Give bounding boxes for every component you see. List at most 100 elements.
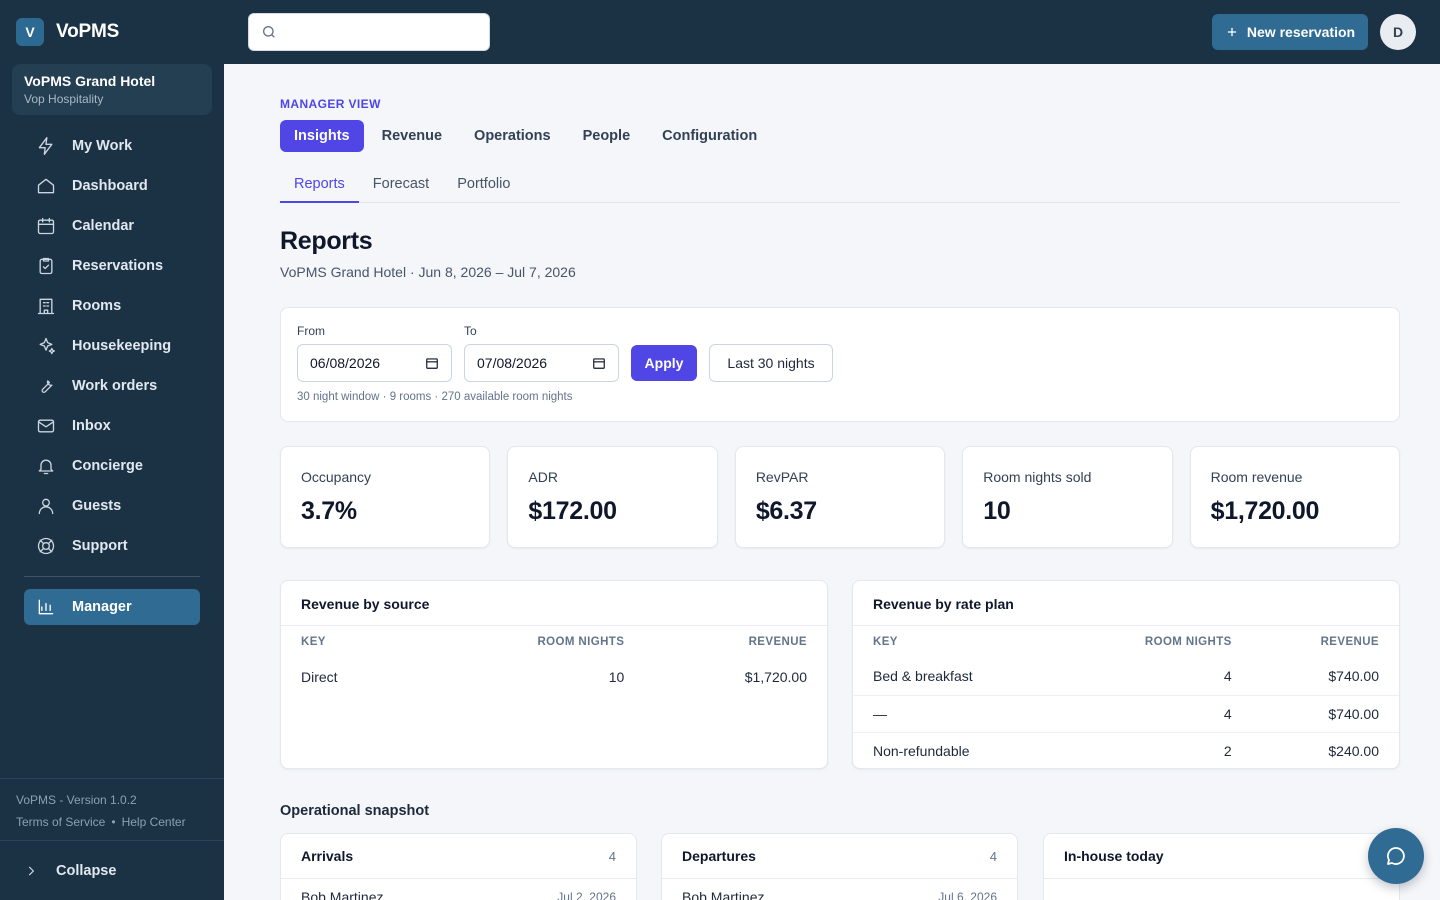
user-icon <box>38 498 54 515</box>
kpi-adr: ADR $172.00 <box>507 446 718 548</box>
subtab-reports[interactable]: Reports <box>280 166 359 203</box>
list-item[interactable]: Bob Martinez Jul 6, 2026 <box>662 879 1017 900</box>
tab-operations[interactable]: Operations <box>460 120 565 152</box>
panel-title: Revenue by source <box>281 581 827 626</box>
card-header: Departures 4 <box>662 834 1017 879</box>
sidebar-item-label: Concierge <box>72 458 143 474</box>
departures-card: Departures 4 Bob Martinez Jul 6, 2026 <box>661 833 1018 900</box>
property-switcher[interactable]: VoPMS Grand Hotel Vop Hospitality <box>12 64 212 115</box>
subtab-forecast[interactable]: Forecast <box>359 166 443 202</box>
sidebar-item-dashboard[interactable]: Dashboard <box>24 166 200 206</box>
sidebar-item-guests[interactable]: Guests <box>24 486 200 526</box>
cell-room-nights: 4 <box>1061 658 1252 696</box>
filter-hint: 30 night window · 9 rooms · 270 availabl… <box>297 391 573 403</box>
list-item[interactable]: Bob Martinez Jul 2, 2026 <box>281 879 636 900</box>
sidebar-footer: VoPMS - Version 1.0.2 Terms of Service •… <box>0 778 224 843</box>
insights-subtabs: Reports Forecast Portfolio <box>280 166 1400 203</box>
date-filter-card: From 06/08/2026 To 07/08/2026 Apply Last… <box>280 307 1400 422</box>
sidebar-item-label: Housekeeping <box>72 338 172 354</box>
kpi-value: 10 <box>983 497 1011 525</box>
footer-links: Terms of Service • Help Center <box>16 815 208 829</box>
avatar[interactable]: D <box>1380 14 1416 50</box>
manager-tabs: Insights Revenue Operations People Confi… <box>280 120 771 152</box>
kpi-occupancy: Occupancy 3.7% <box>280 446 491 548</box>
property-name: VoPMS Grand Hotel <box>24 73 156 89</box>
search-box[interactable] <box>248 13 490 51</box>
sidebar-item-concierge[interactable]: Concierge <box>24 446 200 486</box>
table-row: — 4 $740.00 <box>853 695 1399 733</box>
guest-date: Jul 6, 2026 <box>938 889 997 900</box>
sidebar-item-label: Manager <box>72 599 132 615</box>
sparkles-icon <box>39 337 55 355</box>
chat-button[interactable] <box>1368 828 1424 884</box>
subtab-portfolio[interactable]: Portfolio <box>443 166 524 202</box>
sidebar-item-label: Reservations <box>72 258 164 274</box>
sidebar-item-label: Support <box>72 538 128 554</box>
card-count: 4 <box>989 848 997 864</box>
to-label: To <box>464 324 477 338</box>
sidebar-item-label: Dashboard <box>72 178 148 194</box>
brand[interactable]: V VoPMS <box>16 18 119 46</box>
table-row: Non-refundable 2 $240.00 <box>853 732 1399 768</box>
page-subtitle: VoPMS Grand Hotel · Jun 8, 2026 – Jul 7,… <box>280 264 576 280</box>
kpi-label: RevPAR <box>755 469 809 485</box>
table-row: Bed & breakfast 4 $740.00 <box>853 658 1399 696</box>
guest-name: Bob Martinez <box>682 888 765 900</box>
sidebar-item-label: Guests <box>72 498 122 514</box>
last-30-nights-button[interactable]: Last 30 nights <box>709 344 833 382</box>
sidebar-item-housekeeping[interactable]: Housekeeping <box>24 326 200 366</box>
revenue-by-rate-plan-panel: Revenue by rate plan KEY ROOM NIGHTS REV… <box>852 580 1400 769</box>
home-icon <box>37 178 55 194</box>
kpi-value: $172.00 <box>528 497 617 525</box>
cell-revenue: $740.00 <box>1251 695 1399 733</box>
mail-icon <box>37 419 55 433</box>
panel-title: Revenue by rate plan <box>853 581 1399 626</box>
search-input[interactable] <box>285 24 489 40</box>
page-title: Reports <box>280 227 373 255</box>
terms-link[interactable]: Terms of Service <box>16 815 105 829</box>
table-row: Direct 10 $1,720.00 <box>281 658 827 695</box>
tab-revenue[interactable]: Revenue <box>368 120 456 152</box>
kpi-revpar: RevPAR $6.37 <box>734 446 946 548</box>
kpi-value: $1,720.00 <box>1210 497 1320 525</box>
kpi-value: $6.37 <box>755 497 817 525</box>
property-org: Vop Hospitality <box>24 92 104 106</box>
help-center-link[interactable]: Help Center <box>122 815 186 829</box>
chevron-right-icon <box>28 866 35 875</box>
sidebar-item-calendar[interactable]: Calendar <box>24 206 200 246</box>
sidebar-item-reservations[interactable]: Reservations <box>24 246 200 286</box>
sidebar-item-my-work[interactable]: My Work <box>24 126 200 166</box>
sidebar-item-label: Inbox <box>72 418 111 434</box>
revenue-by-rate-plan-table: KEY ROOM NIGHTS REVENUE Bed & breakfast … <box>853 626 1399 768</box>
tab-people[interactable]: People <box>569 120 645 152</box>
in-house-today-card: In-house today <box>1043 833 1400 900</box>
calendar-icon <box>593 358 605 369</box>
to-date-input[interactable]: 07/08/2026 <box>464 344 619 382</box>
kpi-label: Room nights sold <box>983 469 1092 485</box>
bar-chart-icon <box>38 599 54 615</box>
new-reservation-label: New reservation <box>1246 24 1356 40</box>
sidebar-item-manager[interactable]: Manager <box>24 589 200 625</box>
cell-room-nights: 2 <box>1223 742 1232 759</box>
plus-icon <box>1227 27 1236 37</box>
sidebar-item-label: Calendar <box>72 218 135 234</box>
sidebar-item-work-orders[interactable]: Work orders <box>24 366 200 406</box>
card-title: In-house today <box>1064 848 1164 864</box>
new-reservation-button[interactable]: New reservation <box>1212 14 1368 50</box>
from-date-input[interactable]: 06/08/2026 <box>297 344 452 382</box>
calendar-icon <box>426 358 438 369</box>
bell-icon <box>38 459 54 475</box>
tab-insights[interactable]: Insights <box>280 120 364 152</box>
collapse-button[interactable]: Collapse <box>0 840 224 900</box>
sidebar-item-rooms[interactable]: Rooms <box>24 286 200 326</box>
table-header-row: KEY ROOM NIGHTS REVENUE <box>281 626 827 658</box>
sidebar-item-inbox[interactable]: Inbox <box>24 406 200 446</box>
column-header-room-nights: ROOM NIGHTS <box>537 636 625 648</box>
sidebar-item-support[interactable]: Support <box>24 526 200 566</box>
sidebar-item-label: Work orders <box>72 378 158 394</box>
tab-configuration[interactable]: Configuration <box>648 120 771 152</box>
search-icon <box>263 26 275 38</box>
apply-button[interactable]: Apply <box>631 345 697 381</box>
brand-name: VoPMS <box>56 21 120 42</box>
lifebuoy-icon <box>37 537 55 555</box>
